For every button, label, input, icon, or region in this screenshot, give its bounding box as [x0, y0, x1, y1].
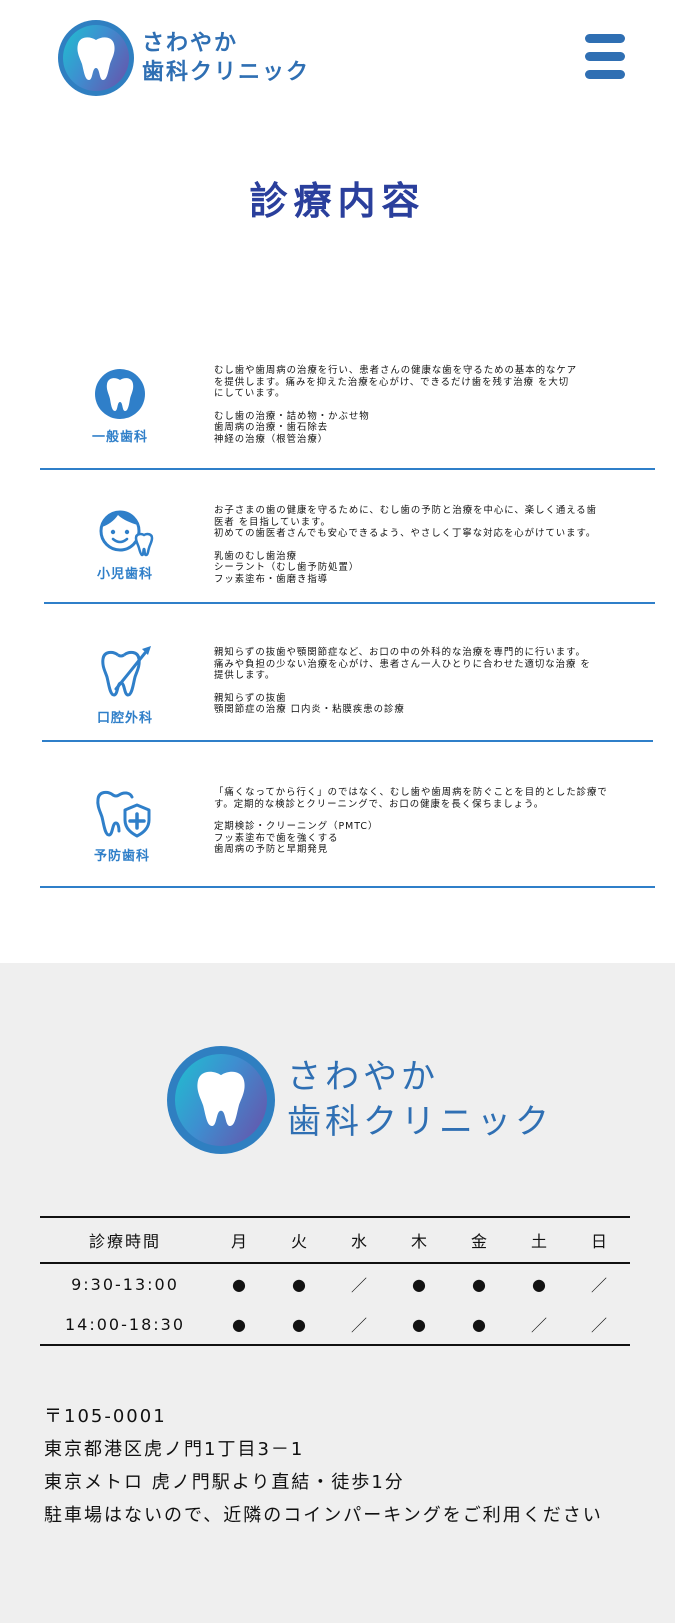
hours-header-cell: 火 [290, 1232, 309, 1251]
hours-mark-cell: ／ [530, 1316, 549, 1335]
service-description: むし歯や歯周病の治療を行い、患者さんの健康な歯を守るための基本的なケア を提供し… [214, 365, 629, 445]
tooth-shield-icon [96, 790, 151, 838]
footer-logo-line2: 歯科クリニック [287, 1102, 553, 1142]
service-text: むし歯や歯周病の治療を行い、患者さんの健康な歯を守るための基本的なケア を提供し… [214, 365, 578, 399]
logo-line1: さわやか [142, 31, 239, 56]
footer-logo[interactable]: さわやか 歯科クリニック [167, 1046, 553, 1154]
hours-header-cell: 土 [530, 1232, 549, 1251]
service-item: 顎関節症の治療 口内炎・粘膜疾患の診療 [214, 704, 405, 715]
access-info: 東京メトロ 虎ノ門駅より直結・徒歩1分 [44, 1472, 405, 1493]
hours-mark-cell: ／ [590, 1276, 609, 1295]
footer-logo-text: さわやか 歯科クリニック [287, 1055, 553, 1145]
postal-code: 〒105-0001 [44, 1406, 167, 1427]
hours-header-cell: 木 [410, 1232, 429, 1251]
tooth-logo-icon [58, 20, 134, 96]
hours-mark-cell: ● [292, 1314, 308, 1334]
service-text: 「痛くなってから行く」のではなく、むし歯や歯周病を防ぐことを目的とした診療で す… [214, 787, 608, 810]
hours-header-cell: 診療時間 [88, 1232, 161, 1251]
site-footer: さわやか 歯科クリニック 診療時間 月 火 水 木 金 土 日 9:30-13:… [0, 963, 675, 1623]
logo-text: さわやか 歯科クリニック [142, 29, 310, 87]
footer-logo-line1: さわやか [287, 1057, 439, 1097]
service-text: お子さまの歯の健康を守るために、むし歯の予防と治療を中心に、楽しく通える歯 医者… [214, 505, 598, 539]
site-logo[interactable]: さわやか 歯科クリニック [58, 20, 310, 96]
hours-header-cell: 金 [470, 1232, 489, 1251]
child-tooth-icon [99, 510, 154, 557]
hours-mark-cell: ／ [590, 1316, 609, 1335]
tooth-icon [95, 369, 145, 419]
service-item: 定期検診・クリーニング（PMTC） [214, 821, 379, 832]
divider [44, 602, 655, 604]
service-icon-block: 予防歯科 [72, 787, 172, 864]
hours-mark-cell: ／ [350, 1276, 369, 1295]
divider [42, 740, 653, 742]
hours-time-cell: 14:00-18:30 [65, 1314, 185, 1334]
service-description: 「痛くなってから行く」のではなく、むし歯や歯周病を防ぐことを目的とした診療で す… [214, 787, 629, 856]
service-label: 小児歯科 [96, 567, 153, 582]
hours-mark-cell: ● [232, 1274, 248, 1294]
divider [40, 886, 655, 888]
office-hours-table: 診療時間 月 火 水 木 金 土 日 9:30-13:00 ● ● ／ ● ● … [40, 1216, 630, 1346]
service-label: 予防歯科 [93, 849, 150, 864]
table-row: 9:30-13:00 ● ● ／ ● ● ● ／ [40, 1263, 630, 1304]
service-item: 歯周病の予防と早期発見 [214, 844, 329, 855]
clinic-address: 〒105-0001 東京都港区虎ノ門1丁目3－1 東京メトロ 虎ノ門駅より直結・… [44, 1400, 603, 1532]
service-item: 歯周病の治療・歯石除去 [214, 422, 329, 433]
service-item: フッ素塗布・歯磨き指導 [214, 573, 329, 585]
hours-header-cell: 日 [590, 1232, 609, 1251]
hours-time-cell: 9:30-13:00 [71, 1274, 179, 1294]
logo-line2: 歯科クリニック [142, 60, 311, 85]
service-icon-block: 小児歯科 [75, 507, 175, 582]
service-item: むし歯の治療・詰め物・かぶせ物 [214, 410, 370, 422]
service-item: フッ素塗布で歯を強くする [214, 832, 339, 844]
table-row: 14:00-18:30 ● ● ／ ● ● ／ ／ [40, 1304, 630, 1345]
site-header: さわやか 歯科クリニック [0, 0, 675, 120]
page-title: 診療内容 [249, 179, 426, 223]
hours-mark-cell: ● [472, 1314, 488, 1334]
hours-mark-cell: ● [532, 1274, 548, 1294]
hours-header-cell: 水 [350, 1232, 369, 1251]
service-icon-block: 口腔外科 [75, 645, 175, 726]
hours-header-cell: 月 [230, 1232, 249, 1251]
hours-mark-cell: ● [412, 1314, 428, 1334]
service-item: シーラント（むし歯予防処置） [214, 562, 360, 573]
hours-header-row: 診療時間 月 火 水 木 金 土 日 [40, 1217, 630, 1263]
tooth-logo-icon [167, 1046, 275, 1154]
divider [40, 468, 655, 470]
hours-mark-cell: ● [412, 1274, 428, 1294]
hours-mark-cell: ● [292, 1274, 308, 1294]
tooth-scalpel-icon [101, 646, 151, 697]
service-item: 乳歯のむし歯治療 [214, 550, 298, 562]
street-address: 東京都港区虎ノ門1丁目3－1 [44, 1439, 305, 1460]
hours-mark-cell: ● [232, 1314, 248, 1334]
service-item: 神経の治療（根管治療） [214, 433, 329, 445]
service-item: 親知らずの抜歯 [214, 692, 287, 704]
service-description: 親知らずの抜歯や顎関節症など、お口の中の外科的な治療を専門的に行います。 痛みや… [214, 647, 629, 716]
service-label: 口腔外科 [96, 711, 153, 726]
service-text: 親知らずの抜歯や顎関節症など、お口の中の外科的な治療を専門的に行います。 痛みや… [214, 647, 591, 681]
service-label: 一般歯科 [91, 430, 148, 445]
service-description: お子さまの歯の健康を守るために、むし歯の予防と治療を中心に、楽しく通える歯 医者… [214, 505, 629, 585]
service-icon-block: 一般歯科 [70, 368, 170, 445]
hamburger-menu-icon[interactable] [585, 34, 625, 80]
hours-mark-cell: ／ [350, 1316, 369, 1335]
hours-mark-cell: ● [472, 1274, 488, 1294]
parking-info: 駐車場はないので、近隣のコインパーキングをご利用ください [44, 1505, 603, 1526]
